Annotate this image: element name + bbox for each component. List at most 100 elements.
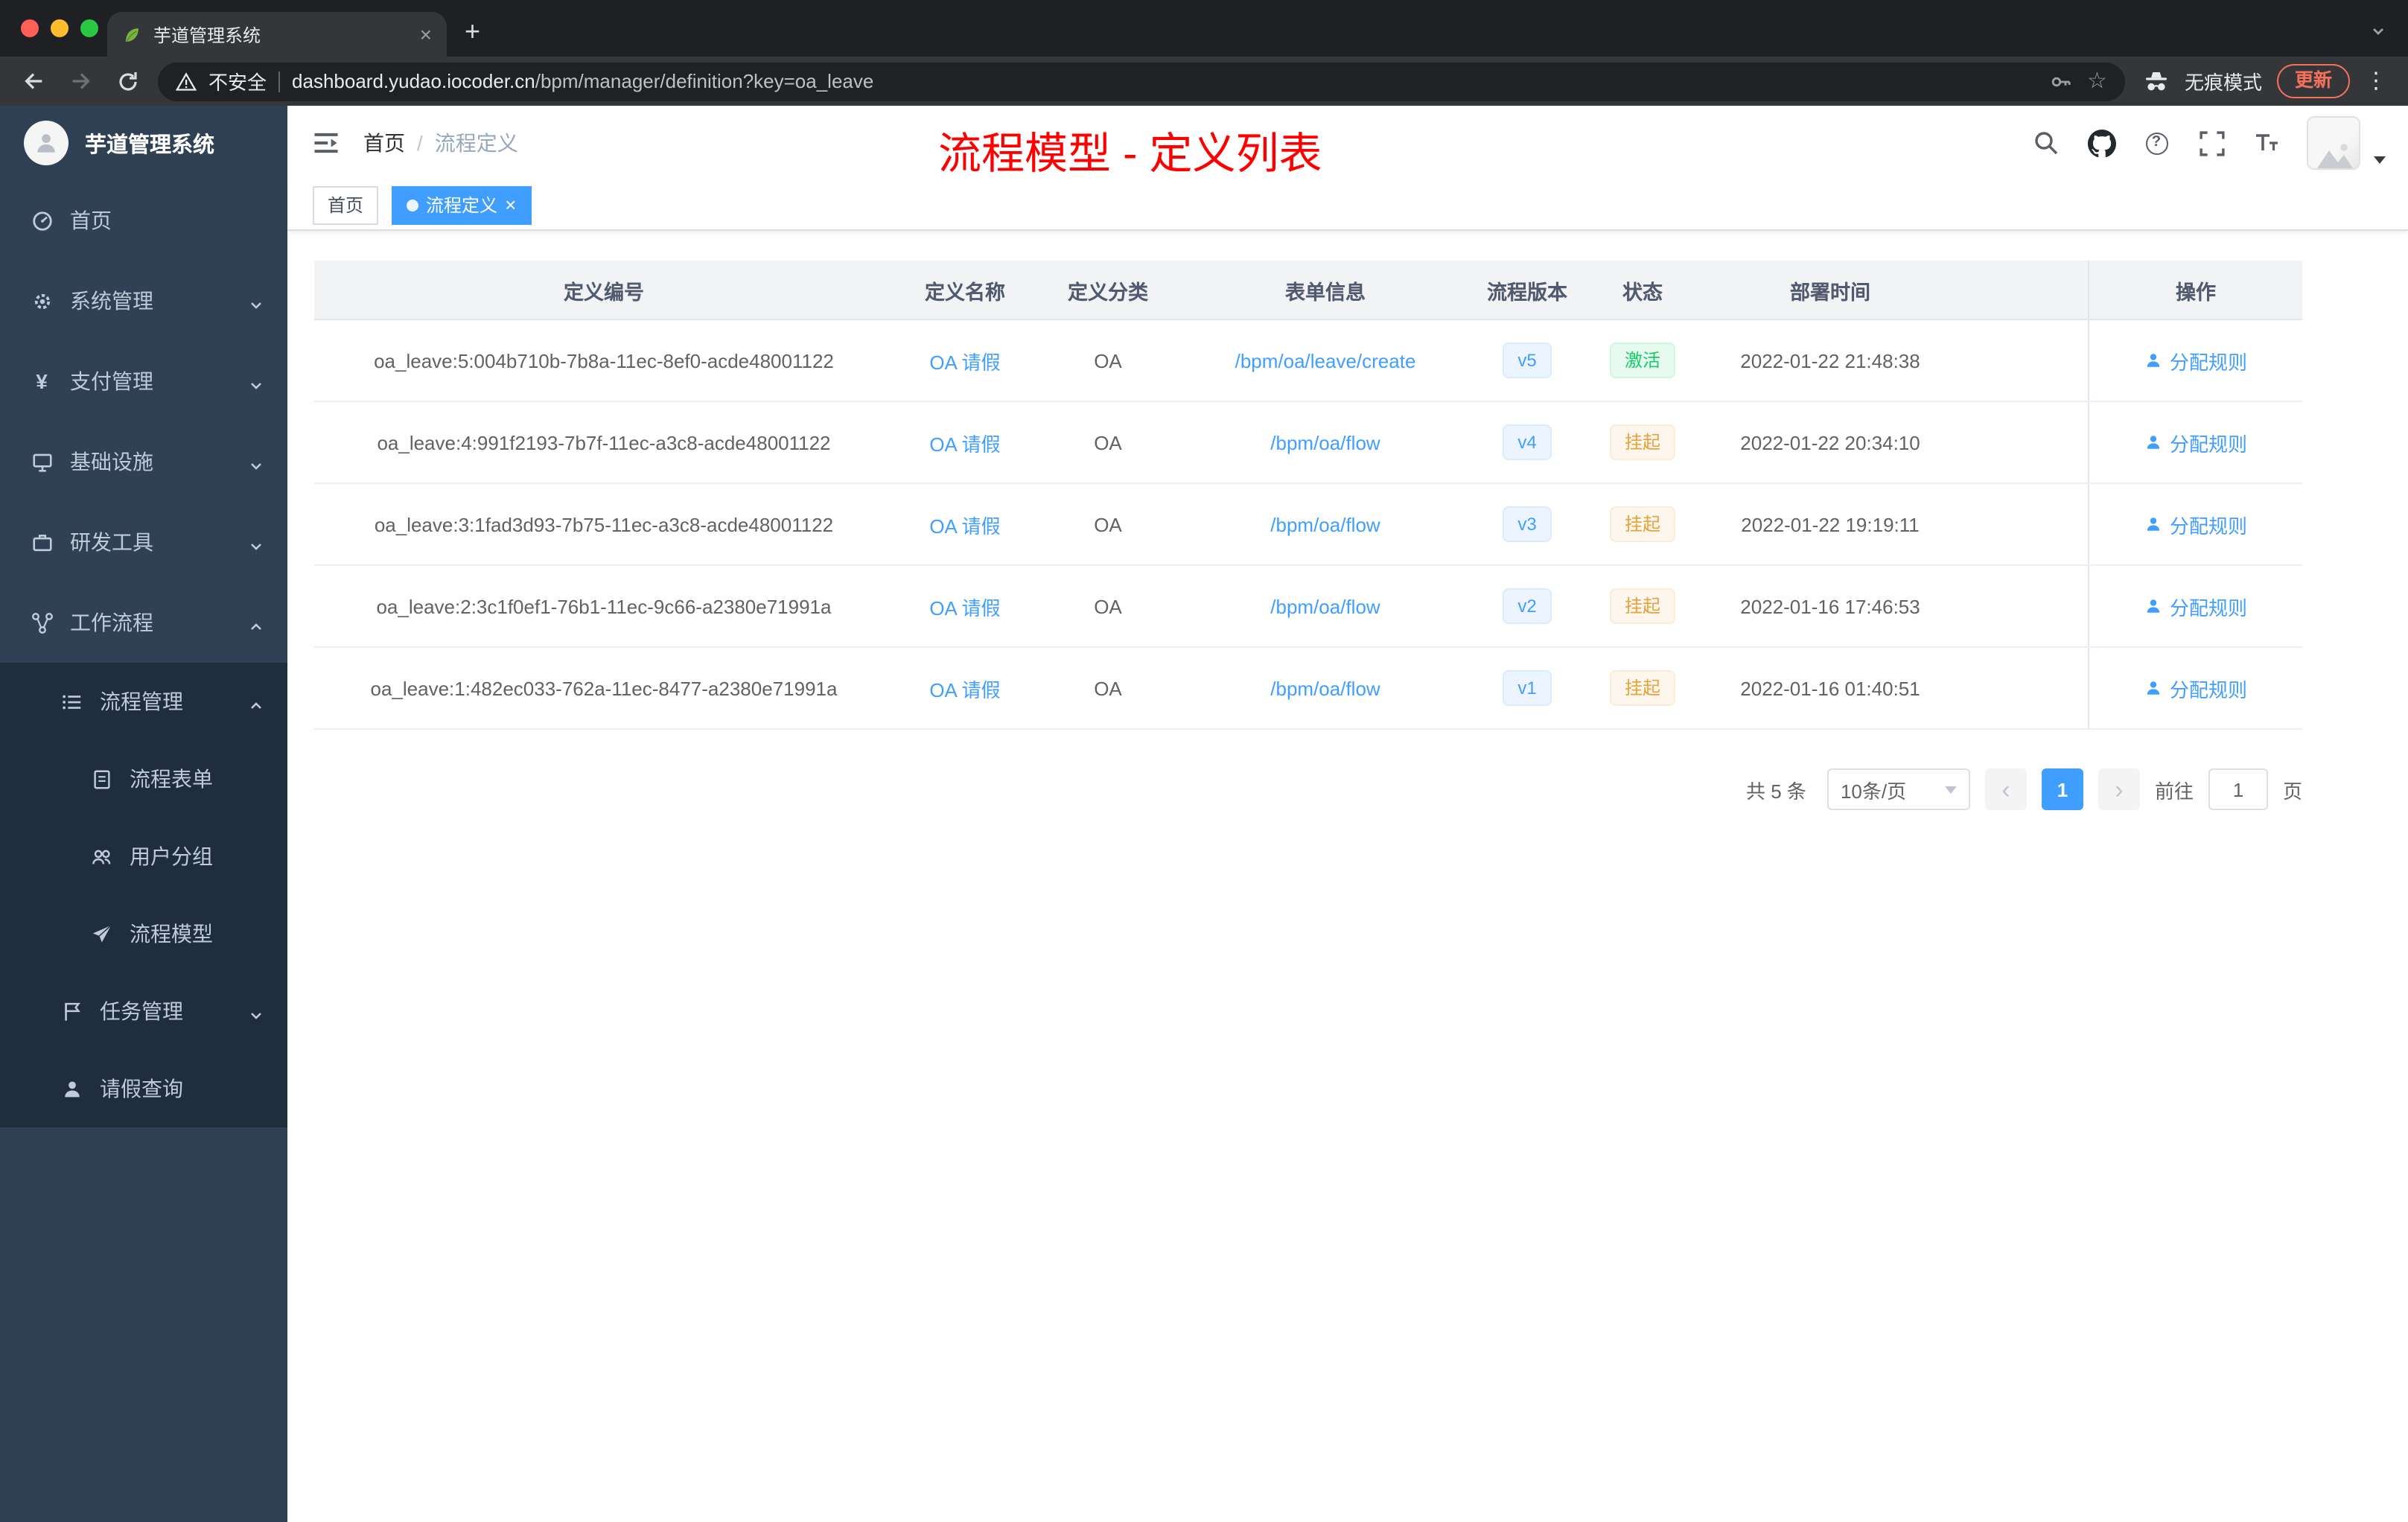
definition-name-link[interactable]: OA 请假 <box>929 592 1000 620</box>
definition-name-link[interactable]: OA 请假 <box>929 674 1000 702</box>
sidebar-item-user-group[interactable]: 用户分组 <box>0 818 287 895</box>
address-bar[interactable]: 不安全 dashboard.yudao.iocoder.cn/bpm/manag… <box>158 62 2125 101</box>
definition-name-link[interactable]: OA 请假 <box>929 428 1000 456</box>
cell-deploy-time: 2022-01-16 01:40:51 <box>1740 677 1920 699</box>
form-link[interactable]: /bpm/oa/flow <box>1270 431 1380 453</box>
current-page-button[interactable]: 1 <box>2041 768 2083 810</box>
cell-category: OA <box>1094 677 1122 699</box>
main-area: 首页 / 流程定义 流程模型 - 定义列表 ? 首页 流程定义 × 定义编号 定… <box>287 106 2408 1522</box>
breadcrumb-home[interactable]: 首页 <box>363 128 405 158</box>
sidebar-item-payment[interactable]: ¥ 支付管理 <box>0 341 287 421</box>
sidebar-item-task-management[interactable]: 任务管理 <box>0 972 287 1050</box>
chevron-down-icon <box>249 293 264 317</box>
sidebar-item-devtools[interactable]: 研发工具 <box>0 502 287 582</box>
user-avatar[interactable] <box>2307 116 2360 170</box>
table-row: oa_leave:4:991f2193-7b7f-11ec-a3c8-acde4… <box>314 402 2302 484</box>
sidebar-item-home[interactable]: 首页 <box>0 180 287 261</box>
workflow-submenu: 流程管理 流程表单 用户分组 流程模型 任务管理 请假查询 <box>0 663 287 1127</box>
incognito-label: 无痕模式 <box>2184 71 2262 94</box>
person-icon <box>2147 681 2160 695</box>
app-window: 芋道管理系统 首页 系统管理 ¥ 支付管理 基础设施 研发工具 工作流程 流程管… <box>0 106 2408 1522</box>
form-link[interactable]: /bpm/oa/flow <box>1270 513 1380 535</box>
tag-close-icon[interactable]: × <box>505 195 516 214</box>
assign-rule-link[interactable]: 分配规则 <box>2144 510 2247 538</box>
definition-name-link[interactable]: OA 请假 <box>929 510 1000 538</box>
sidebar-logo[interactable]: 芋道管理系统 <box>0 106 287 180</box>
status-badge: 挂起 <box>1609 506 1675 542</box>
sidebar-item-label: 任务管理 <box>100 999 183 1023</box>
window-minimize-button[interactable] <box>51 19 69 37</box>
hamburger-icon[interactable] <box>310 127 343 159</box>
window-zoom-button[interactable] <box>80 19 98 37</box>
browser-menu-icon[interactable]: ⋮ <box>2365 70 2387 92</box>
column-header-filler <box>1958 261 2088 319</box>
definition-name-link[interactable]: OA 请假 <box>929 346 1000 375</box>
next-page-button[interactable]: › <box>2098 768 2140 810</box>
page-unit-label: 页 <box>2282 780 2302 802</box>
chevron-down-icon <box>249 374 264 398</box>
form-link[interactable]: /bpm/oa/flow <box>1270 595 1380 617</box>
bookmark-star-icon[interactable]: ☆ <box>2087 70 2107 92</box>
browser-actions: 无痕模式 更新 ⋮ <box>2137 64 2393 98</box>
status-badge: 挂起 <box>1609 588 1675 624</box>
sidebar-item-system[interactable]: 系统管理 <box>0 261 287 341</box>
assign-rule-link[interactable]: 分配规则 <box>2144 428 2247 456</box>
goto-page-input[interactable] <box>2208 768 2268 810</box>
sidebar-item-label: 基础设施 <box>70 450 153 474</box>
logo-avatar <box>24 121 69 165</box>
gear-icon <box>30 289 54 313</box>
version-badge: v2 <box>1503 588 1552 624</box>
list-icon <box>60 690 83 713</box>
table-row: oa_leave:5:004b710b-7b8a-11ec-8ef0-acde4… <box>314 320 2302 402</box>
github-icon[interactable] <box>2086 128 2116 158</box>
font-size-icon[interactable] <box>2252 128 2281 158</box>
sidebar-item-process-model[interactable]: 流程模型 <box>0 895 287 972</box>
cell-definition-id: oa_leave:5:004b710b-7b8a-11ec-8ef0-acde4… <box>374 349 834 372</box>
browser-tab-strip: 芋道管理系统 × + <box>0 0 2408 57</box>
column-header: 状态 <box>1622 281 1663 303</box>
tag-label: 流程定义 <box>426 195 498 216</box>
browser-tab[interactable]: 芋道管理系统 × <box>107 12 447 57</box>
back-button[interactable] <box>15 63 51 99</box>
security-warning-icon[interactable] <box>176 71 197 92</box>
document-icon <box>89 767 113 791</box>
tag-home[interactable]: 首页 <box>313 185 379 224</box>
reload-button[interactable] <box>110 63 146 99</box>
version-badge: v1 <box>1503 670 1552 706</box>
definition-table: 定义编号 定义名称 定义分类 表单信息 流程版本 状态 部署时间 操作 oa_l… <box>314 261 2302 730</box>
update-button[interactable]: 更新 <box>2276 64 2350 98</box>
assign-rule-link[interactable]: 分配规则 <box>2144 674 2247 702</box>
forward-button[interactable] <box>63 63 98 99</box>
tab-search-chevron-icon[interactable] <box>2369 21 2387 48</box>
status-badge: 挂起 <box>1609 424 1675 460</box>
app-navbar: 首页 / 流程定义 流程模型 - 定义列表 ? <box>287 106 2408 180</box>
sidebar-item-label: 流程模型 <box>130 922 213 946</box>
question-icon[interactable]: ? <box>2141 128 2171 158</box>
prev-page-button[interactable]: ‹ <box>1984 768 2027 810</box>
password-key-icon[interactable] <box>2048 69 2072 93</box>
tab-close-icon[interactable]: × <box>420 24 432 45</box>
site-favicon <box>122 25 141 44</box>
form-link[interactable]: /bpm/oa/leave/create <box>1235 349 1416 372</box>
sidebar-item-infrastructure[interactable]: 基础设施 <box>0 421 287 502</box>
assign-rule-link[interactable]: 分配规则 <box>2144 592 2247 620</box>
new-tab-button[interactable]: + <box>465 18 480 45</box>
window-close-button[interactable] <box>21 19 39 37</box>
chevron-up-icon <box>249 615 264 639</box>
cell-category: OA <box>1094 513 1122 535</box>
tag-process-definition[interactable]: 流程定义 × <box>392 185 532 224</box>
workflow-icon <box>30 611 54 634</box>
annotation-text: 流程模型 - 定义列表 <box>938 131 1322 179</box>
avatar-dropdown-caret-icon[interactable] <box>2374 156 2386 163</box>
omnibox-divider <box>278 71 281 92</box>
fullscreen-icon[interactable] <box>2197 128 2226 158</box>
search-icon[interactable] <box>2031 128 2061 158</box>
form-link[interactable]: /bpm/oa/flow <box>1270 677 1380 699</box>
sidebar-item-process-management[interactable]: 流程管理 <box>0 663 287 740</box>
sidebar-item-process-form[interactable]: 流程表单 <box>0 740 287 818</box>
sidebar-item-workflow[interactable]: 工作流程 <box>0 582 287 663</box>
sidebar-item-leave-query[interactable]: 请假查询 <box>0 1050 287 1127</box>
page-size-select[interactable]: 10条/页 <box>1826 768 1970 810</box>
assign-rule-link[interactable]: 分配规则 <box>2144 346 2247 375</box>
column-header: 定义名称 <box>925 281 1005 303</box>
